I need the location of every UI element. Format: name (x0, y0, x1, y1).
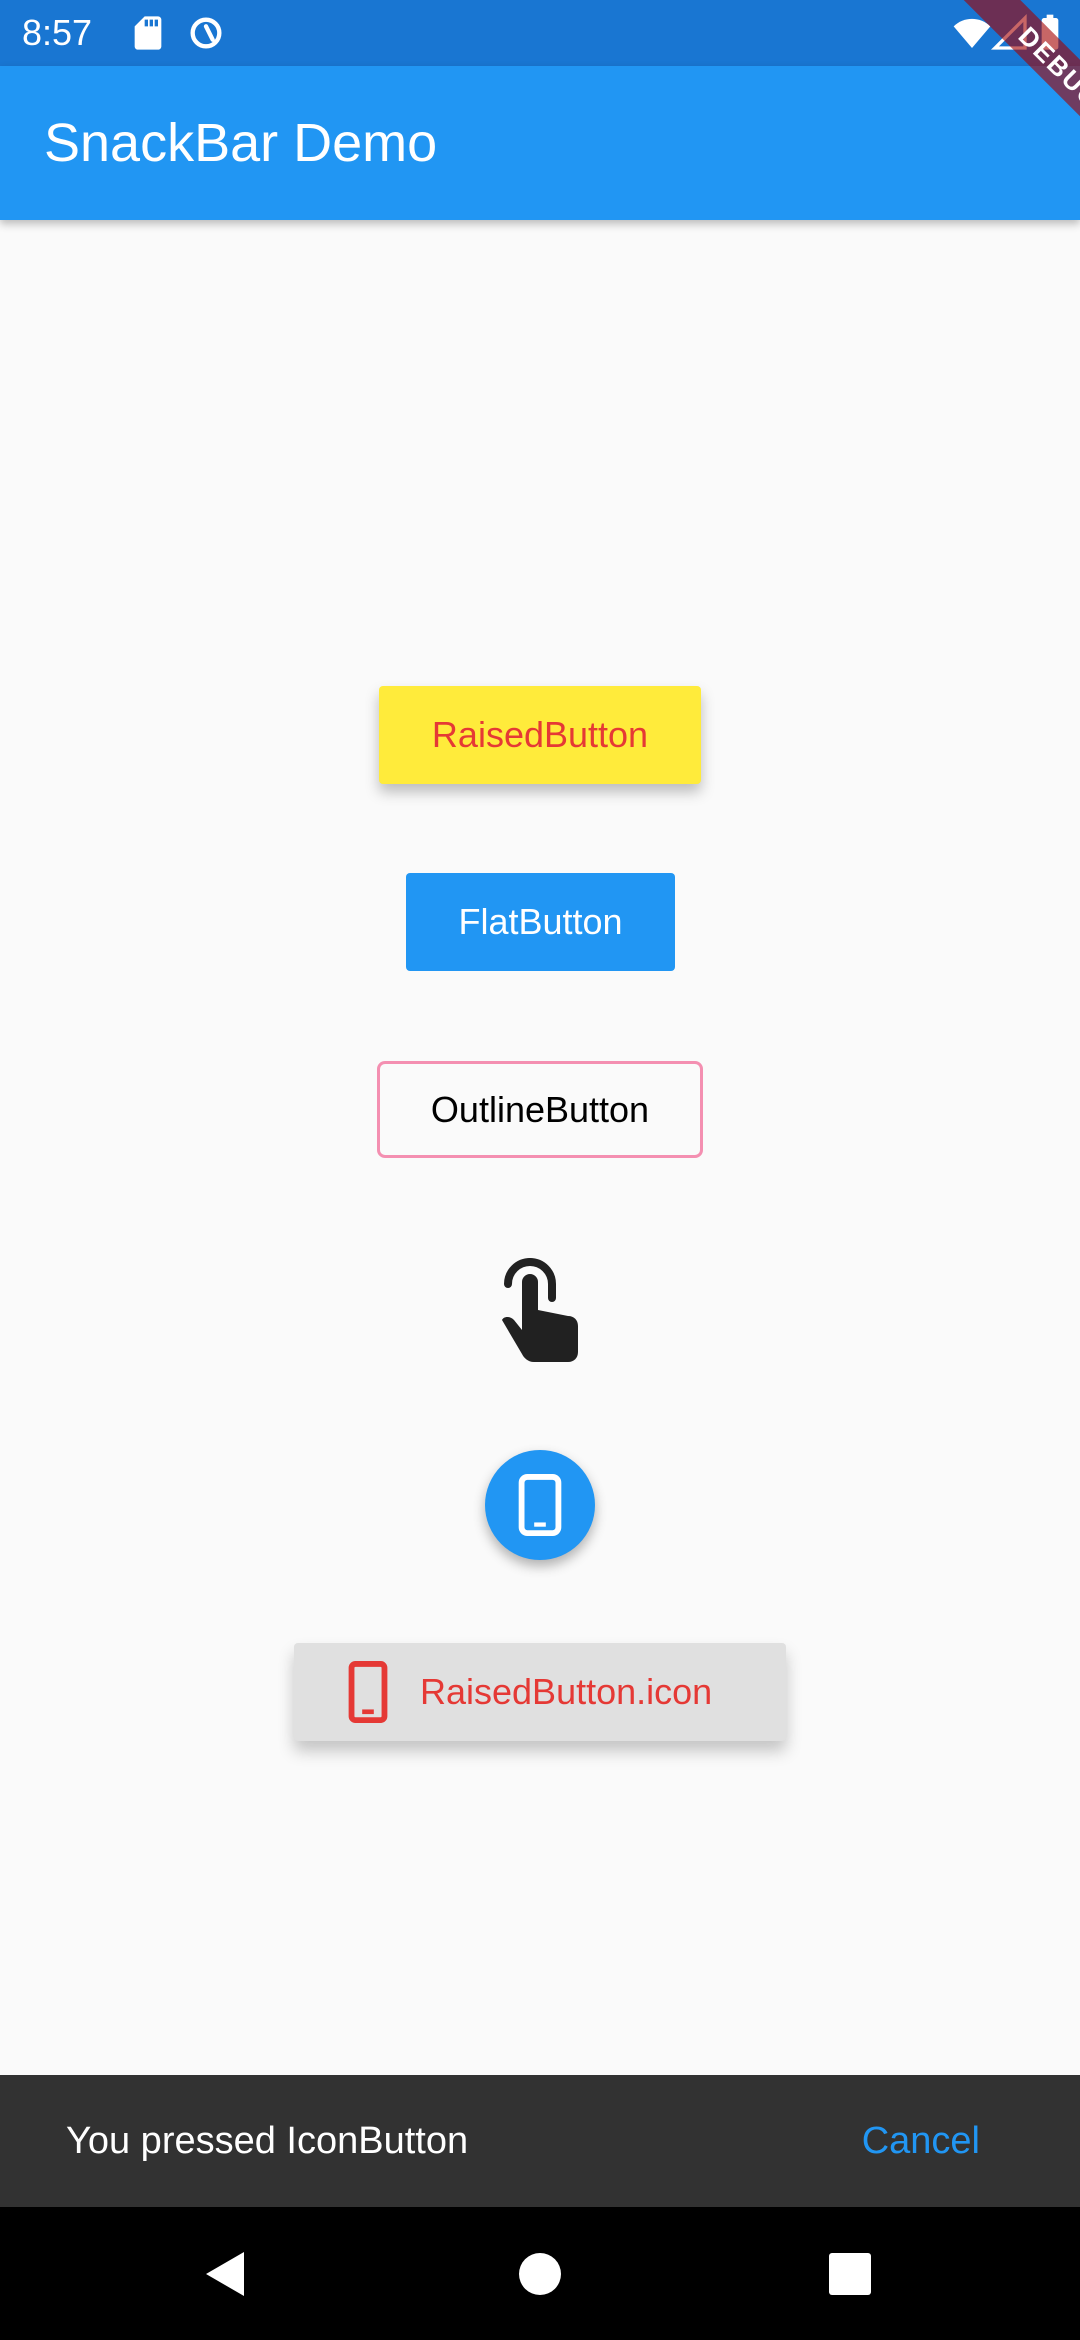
raised-button[interactable]: RaisedButton (379, 686, 701, 784)
back-icon[interactable] (186, 2234, 266, 2314)
cell-signal-icon (990, 13, 1030, 53)
raised-button-label: RaisedButton (431, 714, 649, 755)
flat-button[interactable]: FlatButton (406, 873, 675, 971)
status-bar: 8:57 (0, 0, 1080, 66)
smartphone-icon (518, 1474, 562, 1536)
page-title: SnackBar Demo (44, 113, 438, 173)
sync-icon (186, 13, 226, 53)
sd-card-icon (128, 13, 168, 53)
raised-icon-button[interactable]: RaisedButton.icon (294, 1643, 786, 1741)
fab-button[interactable] (485, 1450, 595, 1560)
touch-app-icon (494, 1254, 586, 1366)
battery-icon (1030, 13, 1070, 53)
raised-icon-button-label: RaisedButton.icon (420, 1671, 713, 1712)
outline-button-label: OutlineButton (430, 1088, 650, 1130)
flat-button-label: FlatButton (458, 901, 623, 942)
snackbar-cancel-button[interactable]: Cancel (862, 2118, 980, 2164)
wifi-icon (952, 13, 992, 53)
outline-button[interactable]: OutlineButton (377, 1061, 703, 1158)
snackbar: You pressed IconButton Cancel (0, 2075, 1080, 2207)
icon-button[interactable] (494, 1254, 586, 1366)
app-bar: SnackBar Demo (0, 66, 1080, 220)
home-icon[interactable] (500, 2234, 580, 2314)
snackbar-message: You pressed IconButton (66, 2120, 469, 2162)
nav-bar (0, 2207, 1080, 2340)
status-time: 8:57 (22, 12, 93, 53)
smartphone-icon (348, 1661, 388, 1723)
recents-icon[interactable] (810, 2234, 890, 2314)
